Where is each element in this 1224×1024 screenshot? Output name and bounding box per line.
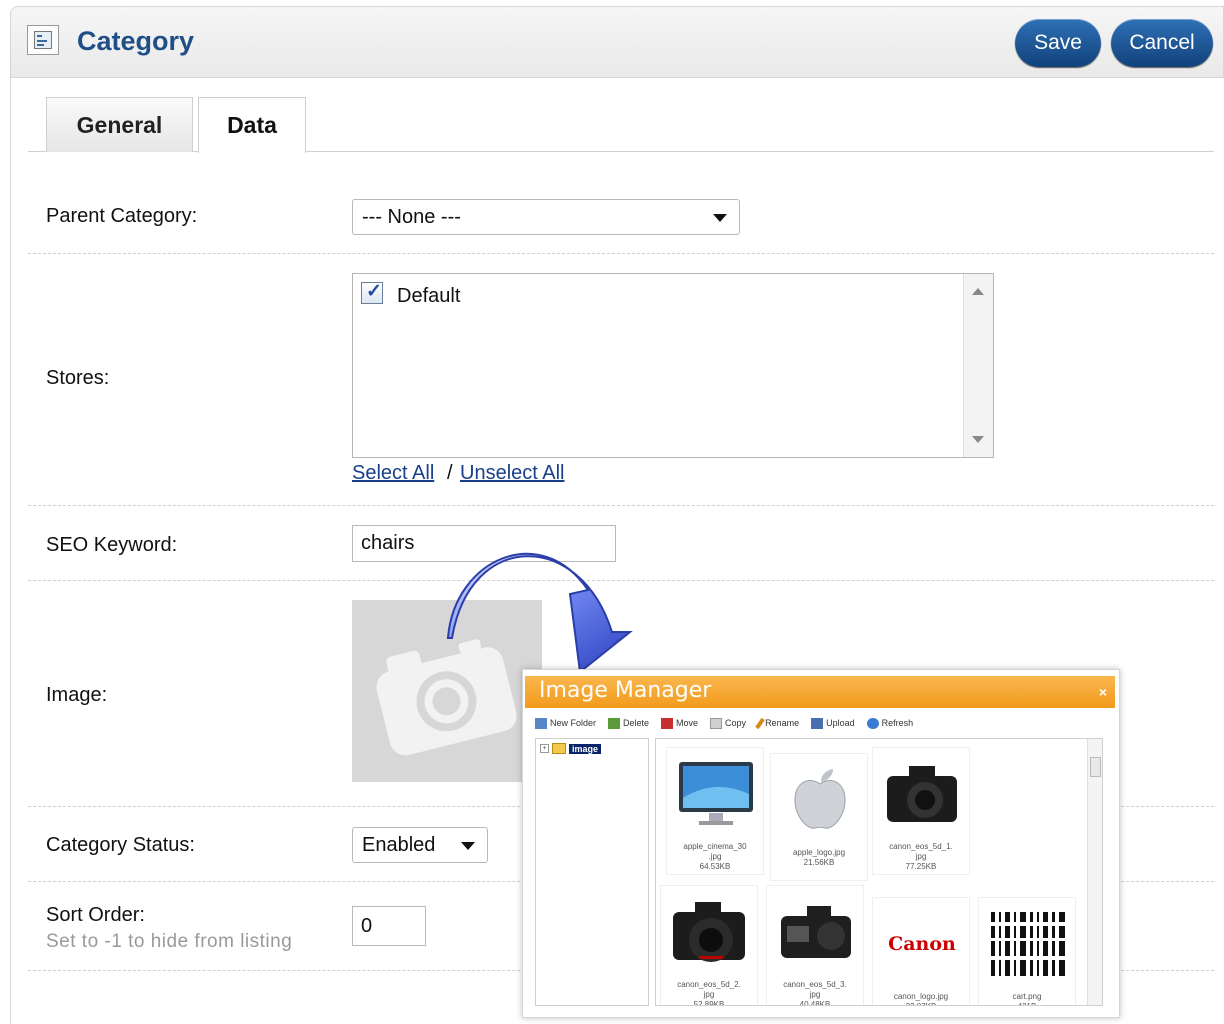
tab-general[interactable]: General: [46, 97, 193, 152]
camera-image: [673, 902, 745, 962]
row-divider: [28, 505, 1214, 506]
copy-button[interactable]: Copy: [710, 714, 746, 732]
copy-icon: [710, 717, 723, 729]
parent-category-select[interactable]: --- None ---: [352, 199, 740, 235]
scroll-thumb[interactable]: [1090, 757, 1101, 777]
image-manager-titlebar[interactable]: Image Manager ×: [525, 676, 1115, 708]
select-all-link[interactable]: Select All: [352, 462, 434, 485]
file-name: cart.png 421B: [1012, 992, 1042, 1005]
tree-node-image[interactable]: + image: [540, 743, 602, 754]
parent-category-label: Parent Category:: [46, 205, 198, 227]
folder-tree: + image: [535, 738, 649, 1006]
move-button[interactable]: Move: [661, 714, 698, 732]
file-name: canon_logo.jpg 22.07KB: [893, 992, 949, 1005]
curved-arrow-icon: [446, 552, 633, 674]
file-name: apple_logo.jpg 21.56KB: [792, 848, 846, 867]
store-default-label: Default: [397, 285, 461, 307]
sort-order-label: Sort Order:: [46, 904, 145, 926]
page-title: Category: [77, 26, 195, 56]
save-button[interactable]: Save: [1015, 19, 1101, 67]
stores-label: Stores:: [46, 367, 110, 389]
category-status-select[interactable]: Enabled: [352, 827, 488, 863]
checkmark-icon: ✓: [366, 281, 382, 302]
file-name: canon_eos_5d_3. jpg 40.48KB: [783, 980, 847, 1006]
file-item[interactable]: canon_eos_5d_1. jpg 77.25KB: [872, 747, 970, 875]
rename-button[interactable]: Rename: [755, 714, 800, 732]
camera-image: [887, 766, 957, 822]
refresh-button[interactable]: Refresh: [866, 714, 914, 732]
cancel-button[interactable]: Cancel: [1111, 19, 1213, 67]
tab-data[interactable]: Data: [198, 97, 306, 153]
sort-order-input[interactable]: 0: [352, 906, 426, 946]
file-grid: apple_cinema_30 .jpg 64.53KB apple_logo.…: [655, 738, 1103, 1006]
delete-icon: [608, 717, 621, 729]
upload-icon: [811, 717, 824, 729]
page-header: Category Save Cancel: [10, 6, 1224, 78]
pencil-icon: [755, 717, 765, 729]
file-item[interactable]: canon_eos_5d_2. jpg 52.89KB: [660, 885, 758, 1006]
content-border: [10, 78, 11, 1024]
canon-logo-text: Canon: [888, 933, 956, 955]
rename-label: Rename: [765, 718, 800, 728]
canon-logo-image: Canon: [881, 908, 963, 980]
barcode-image: [989, 910, 1067, 978]
file-grid-scrollbar[interactable]: [1087, 739, 1102, 1005]
sort-order-help: Set to -1 to hide from listing: [46, 931, 293, 952]
scroll-down-icon[interactable]: [972, 436, 984, 443]
close-icon[interactable]: ×: [1099, 684, 1107, 700]
file-item[interactable]: Canon canon_logo.jpg 22.07KB: [872, 897, 970, 1005]
image-label: Image:: [46, 684, 108, 706]
move-label: Move: [676, 718, 699, 728]
parent-category-value: --- None ---: [362, 205, 461, 228]
new-folder-label: New Folder: [550, 718, 597, 728]
delete-label: Delete: [623, 718, 650, 728]
category-icon: [27, 25, 59, 55]
tree-expander[interactable]: +: [540, 744, 549, 753]
apple-logo-image: [794, 769, 846, 829]
file-name: canon_eos_5d_2. jpg 52.89KB: [677, 980, 741, 1006]
chevron-down-icon: [461, 842, 475, 850]
file-item[interactable]: apple_logo.jpg 21.56KB: [770, 753, 868, 881]
stores-list: ✓ Default: [352, 273, 994, 458]
refresh-icon: [866, 717, 879, 729]
store-default-checkbox[interactable]: ✓: [361, 281, 383, 304]
file-name: canon_eos_5d_1. jpg 77.25KB: [889, 842, 953, 871]
category-status-value: Enabled: [362, 833, 436, 856]
category-status-label: Category Status:: [46, 834, 195, 856]
folder-icon: [552, 743, 566, 754]
image-manager-toolbar: New Folder Delete Move Copy Rename Uploa…: [535, 714, 913, 732]
folder-icon: [535, 717, 547, 729]
upload-button[interactable]: Upload: [811, 714, 855, 732]
file-name: apple_cinema_30 .jpg 64.53KB: [683, 842, 747, 871]
stores-scrollbar[interactable]: [963, 274, 993, 457]
scissors-icon: [661, 717, 674, 729]
upload-label: Upload: [826, 718, 855, 728]
camera-image: [781, 906, 851, 958]
unselect-all-link[interactable]: Unselect All: [460, 462, 565, 485]
link-separator: /: [447, 462, 453, 484]
monitor-image: [679, 762, 753, 825]
image-manager-title: Image Manager: [539, 678, 712, 703]
delete-button[interactable]: Delete: [608, 714, 649, 732]
tree-node-label: image: [569, 743, 602, 754]
seo-keyword-label: SEO Keyword:: [46, 534, 178, 556]
refresh-label: Refresh: [881, 718, 914, 728]
file-item[interactable]: apple_cinema_30 .jpg 64.53KB: [666, 747, 764, 875]
copy-label: Copy: [725, 718, 747, 728]
scroll-up-icon[interactable]: [972, 288, 984, 295]
file-item[interactable]: canon_eos_5d_3. jpg 40.48KB: [766, 885, 864, 1006]
chevron-down-icon: [713, 214, 727, 222]
image-manager-dialog: Image Manager × New Folder Delete Move C…: [522, 669, 1120, 1018]
new-folder-button[interactable]: New Folder: [535, 714, 596, 732]
row-divider: [28, 253, 1214, 254]
file-item[interactable]: cart.png 421B: [978, 897, 1076, 1005]
